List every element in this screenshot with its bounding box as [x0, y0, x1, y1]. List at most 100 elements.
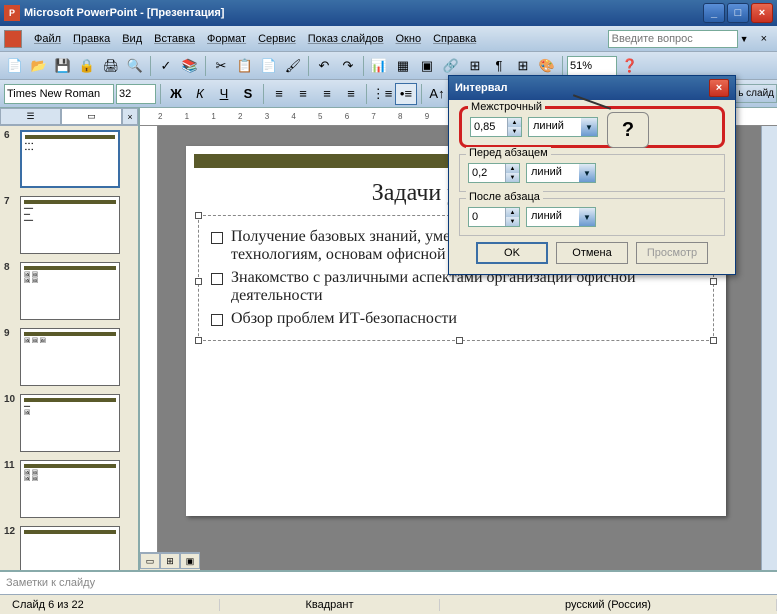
- resize-handle[interactable]: [710, 337, 717, 344]
- thumbnail-slide[interactable]: 🖼 🖼🖼 🖼: [20, 262, 120, 320]
- font-size-select[interactable]: [116, 84, 156, 104]
- menu-tools[interactable]: Сервис: [252, 31, 302, 47]
- menu-edit[interactable]: Правка: [67, 31, 116, 47]
- paste-icon[interactable]: 📄: [258, 55, 280, 77]
- before-unit-select[interactable]: линий▼: [526, 163, 596, 183]
- menu-file[interactable]: Файл: [28, 31, 67, 47]
- bold-icon[interactable]: Ж: [165, 83, 187, 105]
- before-spinner[interactable]: ▲▼: [468, 163, 520, 183]
- dropdown-icon[interactable]: ▼: [581, 118, 597, 136]
- dropdown-icon[interactable]: ▼: [579, 164, 595, 182]
- normal-view-button[interactable]: ▭: [140, 553, 160, 569]
- italic-icon[interactable]: К: [189, 83, 211, 105]
- task-pane-hint[interactable]: ь слайд: [735, 84, 777, 103]
- close-panel-button[interactable]: ×: [122, 108, 138, 125]
- shadow-icon[interactable]: S: [237, 83, 259, 105]
- align-center-icon[interactable]: ≡: [292, 83, 314, 105]
- open-icon[interactable]: 📂: [28, 55, 50, 77]
- menu-insert[interactable]: Вставка: [148, 31, 201, 47]
- status-language[interactable]: русский (Россия): [440, 599, 777, 611]
- spelling-icon[interactable]: ✓: [155, 55, 177, 77]
- permission-icon[interactable]: 🔒: [76, 55, 98, 77]
- color-icon[interactable]: 🎨: [536, 55, 558, 77]
- slides-tab[interactable]: ▭: [61, 108, 122, 125]
- preview-icon[interactable]: 🔍: [124, 55, 146, 77]
- vertical-ruler[interactable]: [140, 126, 158, 570]
- menu-view[interactable]: Вид: [116, 31, 148, 47]
- align-right-icon[interactable]: ≡: [316, 83, 338, 105]
- expand-icon[interactable]: ⊞: [464, 55, 486, 77]
- hyperlink-icon[interactable]: 🔗: [440, 55, 462, 77]
- resize-handle[interactable]: [710, 278, 717, 285]
- thumbnail-slide[interactable]: ━━━━━━━━: [20, 196, 120, 254]
- spin-up-icon[interactable]: ▲: [505, 208, 519, 217]
- cut-icon[interactable]: ✂: [210, 55, 232, 77]
- new-icon[interactable]: 📄: [4, 55, 26, 77]
- slideshow-button[interactable]: ▣: [180, 553, 200, 569]
- thumbnail-list[interactable]: 6▪ ▪ ▪▪ ▪ ▪ 7━━━━━━━━ 8🖼 🖼🖼 🖼 9🖼 🖼 🖼 10━…: [0, 126, 138, 570]
- ok-button[interactable]: OK: [476, 242, 548, 264]
- redo-icon[interactable]: ↷: [337, 55, 359, 77]
- font-name-select[interactable]: [4, 84, 114, 104]
- help-icon[interactable]: ❓: [619, 55, 641, 77]
- thumbnail-slide[interactable]: ━━🖼: [20, 394, 120, 452]
- document-icon[interactable]: [4, 30, 22, 48]
- thumbnail-slide[interactable]: 🖼 🖼 🖼: [20, 328, 120, 386]
- spin-up-icon[interactable]: ▲: [507, 118, 521, 127]
- close-button[interactable]: ×: [751, 3, 773, 23]
- chart-icon[interactable]: 📊: [368, 55, 390, 77]
- vertical-scrollbar[interactable]: [761, 126, 777, 570]
- resize-handle[interactable]: [195, 337, 202, 344]
- thumbnail-slide[interactable]: 🖼 🖼🖼 🖼: [20, 460, 120, 518]
- show-formatting-icon[interactable]: ¶: [488, 55, 510, 77]
- menu-format[interactable]: Формат: [201, 31, 252, 47]
- print-icon[interactable]: 🖨: [100, 55, 122, 77]
- after-input[interactable]: [469, 208, 505, 226]
- spin-down-icon[interactable]: ▼: [507, 127, 521, 136]
- justify-icon[interactable]: ≡: [340, 83, 362, 105]
- preview-button[interactable]: Просмотр: [636, 242, 708, 264]
- save-icon[interactable]: 💾: [52, 55, 74, 77]
- dialog-titlebar[interactable]: Интервал ×: [449, 76, 735, 100]
- spin-down-icon[interactable]: ▼: [505, 173, 519, 182]
- spin-down-icon[interactable]: ▼: [505, 217, 519, 226]
- numbering-icon[interactable]: ⋮≡: [371, 83, 393, 105]
- grid-icon[interactable]: ⊞: [512, 55, 534, 77]
- outline-tab[interactable]: ☰: [0, 108, 61, 125]
- increase-font-icon[interactable]: A↑: [426, 83, 448, 105]
- minimize-button[interactable]: _: [703, 3, 725, 23]
- dropdown-icon[interactable]: ▼: [579, 208, 595, 226]
- undo-icon[interactable]: ↶: [313, 55, 335, 77]
- menu-window[interactable]: Окно: [390, 31, 428, 47]
- bullets-icon[interactable]: •≡: [395, 83, 417, 105]
- thumbnail-slide[interactable]: ▪ ▪ ▪▪ ▪ ▪: [20, 130, 120, 188]
- line-spacing-input[interactable]: [471, 118, 507, 136]
- line-spacing-spinner[interactable]: ▲▼: [470, 117, 522, 137]
- bullet-item[interactable]: Обзор проблем ИТ-безопасности: [205, 310, 707, 328]
- menu-show[interactable]: Показ слайдов: [302, 31, 390, 47]
- zoom-select[interactable]: [567, 56, 617, 76]
- thumbnail-slide[interactable]: [20, 526, 120, 570]
- dialog-close-button[interactable]: ×: [709, 79, 729, 97]
- table-icon[interactable]: ▦: [392, 55, 414, 77]
- after-unit-select[interactable]: линий▼: [526, 207, 596, 227]
- cancel-button[interactable]: Отмена: [556, 242, 628, 264]
- maximize-button[interactable]: □: [727, 3, 749, 23]
- align-left-icon[interactable]: ≡: [268, 83, 290, 105]
- help-search-input[interactable]: [608, 30, 738, 48]
- menu-help[interactable]: Справка: [427, 31, 482, 47]
- tables-borders-icon[interactable]: ▣: [416, 55, 438, 77]
- doc-close-button[interactable]: ×: [755, 31, 773, 47]
- after-spinner[interactable]: ▲▼: [468, 207, 520, 227]
- before-input[interactable]: [469, 164, 505, 182]
- research-icon[interactable]: 📚: [179, 55, 201, 77]
- format-painter-icon[interactable]: 🖌: [282, 55, 304, 77]
- line-spacing-unit-select[interactable]: линий▼: [528, 117, 598, 137]
- resize-handle[interactable]: [195, 278, 202, 285]
- sorter-view-button[interactable]: ⊞: [160, 553, 180, 569]
- resize-handle[interactable]: [456, 337, 463, 344]
- resize-handle[interactable]: [195, 212, 202, 219]
- spin-up-icon[interactable]: ▲: [505, 164, 519, 173]
- copy-icon[interactable]: 📋: [234, 55, 256, 77]
- dropdown-icon[interactable]: ▼: [740, 34, 749, 44]
